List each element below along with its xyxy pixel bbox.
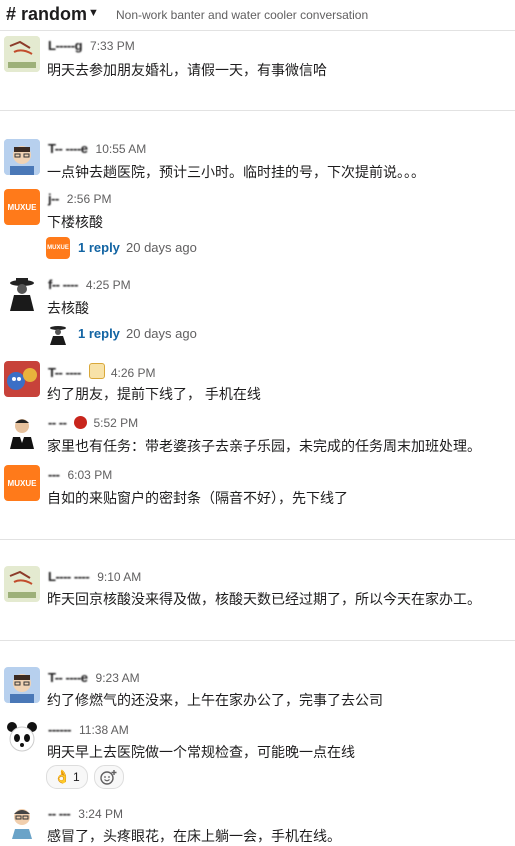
username[interactable]: ------ (48, 722, 71, 737)
status-emoji-icon (74, 416, 88, 429)
username[interactable]: -- -- (48, 415, 67, 430)
ok-hand-icon: 👌 (54, 769, 71, 784)
message-text: 昨天回京核酸没来得及做，核酸天数已经过期了，所以今天在家办工。 (47, 591, 481, 607)
avatar[interactable] (4, 719, 40, 755)
avatar[interactable] (4, 413, 40, 449)
username[interactable]: --- (48, 467, 60, 482)
last-reply-time: 20 days ago (126, 240, 197, 255)
username[interactable]: T-- ---- (48, 365, 81, 380)
message-text: 下楼核酸 (47, 214, 103, 230)
reaction-count: 1 (73, 770, 80, 784)
avatar[interactable] (4, 361, 40, 397)
message-text: 明天早上去医院做一个常规检查，可能晚一点在线 (47, 744, 355, 760)
message-text: 自如的来贴窗户的密封条（隔音不好），先下线了 (47, 490, 348, 506)
timestamp[interactable]: 9:10 AM (97, 570, 141, 584)
status-emoji-icon (88, 363, 105, 379)
timestamp[interactable]: 10:55 AM (96, 142, 147, 156)
avatar[interactable] (4, 275, 40, 311)
username[interactable]: f-- ---- (48, 277, 78, 292)
avatar[interactable] (4, 667, 40, 703)
timestamp[interactable]: 5:52 PM (93, 416, 138, 430)
timestamp[interactable]: 4:26 PM (111, 366, 156, 380)
add-reaction-button[interactable] (94, 765, 124, 789)
message-text: 去核酸 (47, 300, 89, 316)
channel-name[interactable]: # random (6, 4, 87, 25)
chevron-down-icon[interactable]: ▼ (88, 7, 99, 19)
channel-header: # random ▼ Non-work banter and water coo… (0, 0, 515, 31)
reply-count[interactable]: 1 reply (78, 240, 120, 255)
message-text: 一点钟去趟医院，预计三小时。临时挂的号，下次提前说。。。 (47, 164, 425, 180)
timestamp[interactable]: 11:38 AM (79, 723, 129, 737)
timestamp[interactable]: 9:23 AM (96, 671, 140, 685)
message-text: 家里也有任务：带老婆孩子去亲子乐园，未完成的任务周末加班处理。 (47, 438, 481, 454)
timestamp[interactable]: 6:03 PM (68, 468, 113, 482)
timestamp[interactable]: 2:56 PM (67, 192, 112, 206)
day-divider (0, 640, 515, 641)
add-emoji-icon (100, 770, 117, 785)
message-text: 明天去参加朋友婚礼，请假一天，有事微信哈 (47, 62, 327, 78)
timestamp[interactable]: 3:24 PM (78, 807, 123, 821)
username[interactable]: j-- (48, 191, 59, 206)
timestamp[interactable]: 4:25 PM (86, 278, 131, 292)
username[interactable]: L---- ---- (48, 569, 90, 584)
channel-topic[interactable]: Non-work banter and water cooler convers… (116, 8, 368, 22)
username[interactable]: -- --- (48, 806, 71, 821)
avatar[interactable] (4, 139, 40, 175)
avatar[interactable] (4, 803, 40, 839)
avatar[interactable] (4, 566, 40, 602)
last-reply-time: 20 days ago (126, 326, 197, 341)
username[interactable]: T-- ----e (48, 670, 88, 685)
message-text: 感冒了，头疼眼花，在床上躺一会，手机在线。 (47, 828, 341, 844)
avatar[interactable] (4, 36, 40, 72)
avatar[interactable]: MUXUE (4, 465, 40, 501)
day-divider (0, 539, 515, 540)
day-divider (0, 110, 515, 111)
message-text: 约了修燃气的还没来，上午在家办公了，完事了去公司 (47, 692, 383, 708)
avatar (46, 323, 70, 345)
username[interactable]: T-- ----e (48, 141, 88, 156)
avatar: MUXUE (46, 237, 70, 259)
message-text: 约了朋友，提前下线了， 手机在线 (47, 386, 261, 402)
timestamp[interactable]: 7:33 PM (90, 39, 135, 53)
avatar[interactable]: MUXUE (4, 189, 40, 225)
reply-count[interactable]: 1 reply (78, 326, 120, 341)
reaction-pill[interactable]: 👌 1 (46, 765, 88, 789)
username[interactable]: L-----g (48, 38, 83, 53)
